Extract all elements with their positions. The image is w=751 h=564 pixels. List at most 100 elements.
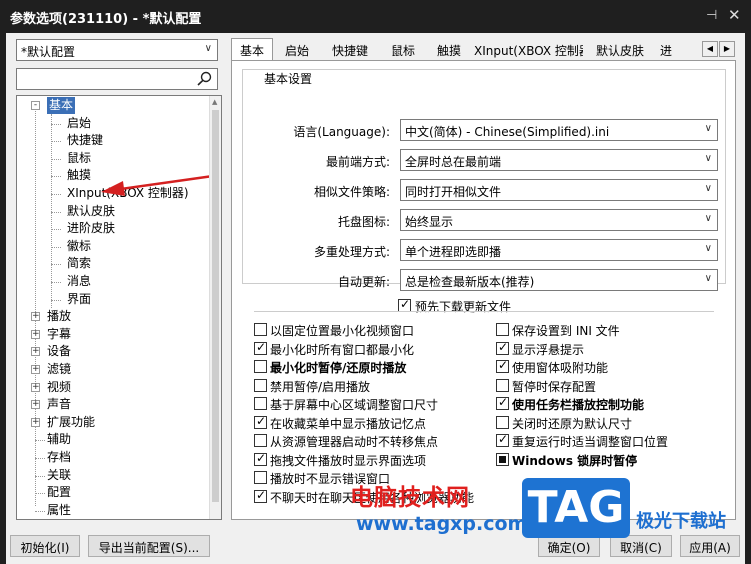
field-select[interactable]: 总是检查最新版本(推荐) ∨ (400, 269, 718, 291)
option-checkbox[interactable] (496, 340, 509, 355)
tab-label: XInput(XBOX 控制器) (474, 44, 596, 58)
annotation-arrow (101, 174, 214, 196)
field-select-value: 全屏时总在最前端 (405, 155, 502, 169)
predownload-label: 预先下载更新文件 (415, 300, 512, 314)
option-checkbox[interactable] (254, 434, 267, 447)
field-select-value: 中文(简体) - Chinese(Simplified).ini (405, 125, 610, 139)
tab-item[interactable]: 进 (659, 38, 673, 60)
tab-item[interactable]: 快捷键 (321, 38, 379, 60)
tab-scroll-left-icon[interactable]: ◀ (702, 41, 718, 57)
option-checkbox[interactable] (496, 323, 509, 336)
field-select[interactable]: 全屏时总在最前端 ∨ (400, 149, 718, 171)
basic-settings-panel: 基本设置 语言(Language): 中文(简体) - Chinese(Simpl… (231, 60, 736, 520)
option-label: 显示浮悬提示 (512, 342, 585, 357)
close-icon[interactable]: ✕ (728, 6, 741, 24)
field-select-value: 同时打开相似文件 (405, 185, 502, 199)
option-checkbox[interactable] (496, 452, 509, 466)
field-select[interactable]: 同时打开相似文件 ∨ (400, 179, 718, 201)
option-checkbox[interactable] (496, 358, 509, 373)
tab-label: 进 (660, 44, 673, 58)
scrollbar-thumb[interactable] (212, 110, 219, 502)
search-icon[interactable] (196, 71, 214, 87)
option-label: 最小化时所有窗口都最小化 (270, 342, 415, 357)
tab-label: 触摸 (436, 44, 461, 58)
option-label: 保存设置到 INI 文件 (512, 324, 620, 338)
option-checkbox[interactable] (254, 340, 267, 355)
window-title: 参数选项(231110) - *默认配置 (10, 12, 202, 27)
option-checkbox[interactable] (254, 471, 267, 484)
field-label: 语言(Language): (293, 125, 390, 139)
option-checkbox[interactable] (254, 360, 267, 373)
cancel-button[interactable]: 取消(C) (610, 535, 672, 557)
tab-scroll: ◀ ▶ (702, 41, 736, 57)
title-bar: 参数选项(231110) - *默认配置 ⊣ ✕ (0, 0, 751, 33)
scroll-up-icon[interactable]: ▲ (212, 98, 217, 106)
category-tree[interactable]: - 基本 启始 快捷键 鼠标 触摸 XInput(XBOX 控制器) 默认皮肤 进阶皮肤 徽标 简索… (16, 95, 222, 520)
option-checkbox[interactable] (254, 378, 267, 392)
option-checkbox[interactable] (496, 415, 509, 429)
option-checkbox[interactable] (254, 414, 267, 429)
option-checkbox[interactable] (254, 451, 267, 466)
group-title: 基本设置 (261, 70, 316, 87)
watermark-logo: TAG (522, 478, 630, 538)
option-checkbox[interactable] (496, 395, 509, 410)
field-label: 自动更新: (337, 275, 390, 289)
option-label: 禁用暂停/启用播放 (270, 379, 371, 394)
tab-label: 默认皮肤 (595, 44, 644, 58)
option-checkbox[interactable] (496, 432, 509, 447)
tab-item[interactable]: 默认皮肤 (583, 38, 657, 60)
option-label: 基于屏幕中心区域调整窗口尺寸 (270, 398, 439, 412)
option-label: 重复运行时适当调整窗口位置 (512, 435, 669, 449)
tab-label: 启始 (284, 44, 309, 58)
tab-item[interactable]: XInput(XBOX 控制器) (473, 38, 596, 60)
option-label: 暂停时保存配置 (512, 379, 597, 394)
option-label: 在收藏菜单中显示播放记忆点 (270, 416, 427, 431)
watermark-url: www.tagxp.com (356, 513, 528, 535)
search-input[interactable] (16, 68, 218, 90)
tab-item[interactable]: 触摸 (427, 38, 471, 60)
tab-scroll-right-icon[interactable]: ▶ (719, 41, 735, 57)
chevron-down-icon: ∨ (704, 243, 712, 254)
tab-item[interactable]: 基本 (231, 38, 273, 60)
export-config-button[interactable]: 导出当前配置(S)... (88, 535, 210, 557)
pin-icon[interactable]: ⊣ (706, 8, 717, 23)
field-select-value: 总是检查最新版本(推荐) (405, 275, 535, 289)
field-label: 最前端方式: (325, 155, 390, 169)
watermark-text: 电脑技术网 (350, 485, 470, 511)
chevron-down-icon: ∨ (704, 123, 712, 134)
chevron-down-icon: ∨ (704, 213, 712, 224)
field-select-value: 单个进程即选即播 (405, 245, 502, 259)
tab-label: 基本 (239, 44, 264, 58)
option-checkbox[interactable] (496, 378, 509, 392)
option-checkbox[interactable] (254, 323, 267, 336)
option-label: 拖拽文件播放时显示界面选项 (270, 453, 427, 468)
chevron-down-icon: ∨ (704, 153, 712, 164)
ok-button[interactable]: 确定(O) (538, 535, 600, 557)
chevron-down-icon: ∨ (204, 43, 212, 54)
watermark-site: 极光下载站 (636, 511, 726, 532)
chevron-down-icon: ∨ (704, 183, 712, 194)
tab-label: 鼠标 (390, 44, 415, 58)
tab-item[interactable]: 启始 (275, 38, 319, 60)
tab-label: 快捷键 (331, 44, 368, 58)
profile-select-value: *默认配置 (21, 45, 76, 59)
field-label: 托盘图标: (337, 215, 390, 229)
init-button[interactable]: 初始化(I) (10, 535, 80, 557)
tab-item[interactable]: 鼠标 (381, 38, 425, 60)
profile-select[interactable]: *默认配置 ∨ (16, 39, 218, 61)
divider (254, 311, 714, 312)
option-label: 使用窗体吸附功能 (512, 361, 609, 375)
field-select[interactable]: 始终显示 ∨ (400, 209, 718, 231)
option-label: 以固定位置最小化视频窗口 (270, 324, 415, 338)
field-select[interactable]: 中文(简体) - Chinese(Simplified).ini ∨ (400, 119, 718, 141)
field-label: 多重处理方式: (313, 245, 390, 259)
option-checkbox[interactable] (254, 397, 267, 410)
option-label: 关闭时还原为默认尺寸 (512, 416, 633, 431)
field-select[interactable]: 单个进程即选即播 ∨ (400, 239, 718, 261)
option-checkbox[interactable] (254, 488, 267, 503)
chevron-down-icon: ∨ (704, 273, 712, 284)
apply-button[interactable]: 应用(A) (680, 535, 740, 557)
option-label: 最小化时暂停/还原时播放 (270, 361, 407, 375)
option-label: Windows 锁屏时暂停 (512, 453, 638, 468)
option-label: 使用任务栏播放控制功能 (512, 398, 645, 412)
